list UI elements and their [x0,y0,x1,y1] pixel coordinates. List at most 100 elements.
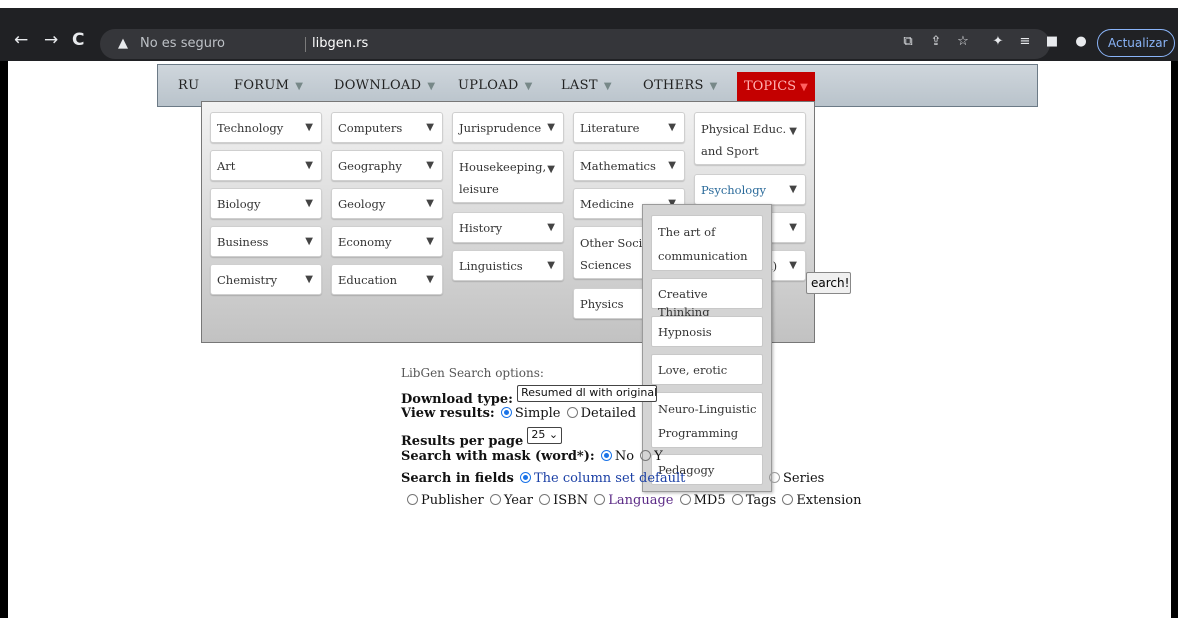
topic-literature[interactable]: Literature ▼ [573,112,685,143]
radio-md5[interactable] [679,494,691,505]
chevron-down-icon: ▼ [668,122,676,133]
radio-mask-yes[interactable] [640,450,652,461]
radio-isbn-label: ISBN [553,493,589,508]
topic-label: Biology [217,197,261,211]
radio-column-default[interactable] [519,472,531,483]
view-results-row: View results: Simple Detailed [401,406,636,421]
radio-simple[interactable] [500,407,512,418]
radio-isbn[interactable] [539,494,551,505]
topic-mathematics[interactable]: Mathematics ▼ [573,150,685,181]
security-status[interactable]: No es seguro [140,36,225,51]
reading-list-icon[interactable]: ≡ [1017,34,1033,50]
radio-year[interactable] [489,494,501,505]
radio-year-label: Year [503,493,533,508]
window-left-edge [0,61,8,618]
menu-upload[interactable]: UPLOAD ▼ [458,78,533,93]
submenu-label: Neuro-Linguistic [658,402,757,416]
extensions-icon[interactable]: ✦ [990,34,1006,50]
submenu-label: Hypnosis [658,325,712,339]
results-per-page-row: Results per page 25 ⌄ [401,427,563,449]
menu-others[interactable]: OTHERS ▼ [643,78,718,93]
topic-label-line2: and Sport [701,144,759,158]
topic-biology[interactable]: Biology ▼ [210,188,322,219]
topic-business[interactable]: Business ▼ [210,226,322,257]
topic-psychology[interactable]: Psychology ▼ [694,174,806,205]
radio-column-default-label: The column set default [533,471,686,486]
topic-geography[interactable]: Geography ▼ [331,150,443,181]
chevron-down-icon: ▼ [789,260,797,271]
omnibox-divider [305,37,306,52]
topic-linguistics[interactable]: Linguistics ▼ [452,250,564,281]
chevron-down-icon: ▼ [295,81,304,92]
topic-education[interactable]: Education ▼ [331,264,443,295]
radio-detailed-label: Detailed [580,406,637,421]
search-button[interactable]: earch! [806,272,851,294]
topic-housekeeping-leisure[interactable]: Housekeeping, leisure ▼ [452,150,564,203]
update-button[interactable]: Actualizar [1097,29,1175,57]
download-type-label: Download type: [401,392,513,407]
radio-mask-yes-label: Y [654,449,663,464]
reload-icon[interactable]: C [72,30,84,50]
submenu-art-of-communication[interactable]: The art of communication [651,215,763,271]
topic-history[interactable]: History ▼ [452,212,564,243]
radio-mask-no[interactable] [600,450,612,461]
topic-label: Computers [338,121,403,135]
download-type-select[interactable]: Resumed dl with original fi [517,385,658,402]
chevron-down-icon: ▼ [789,184,797,195]
topic-label: Mathematics [580,159,656,173]
radio-tags[interactable] [731,494,743,505]
chevron-down-icon: ▼ [305,236,313,247]
chevron-down-icon: ▼ [426,236,434,247]
back-icon[interactable]: ← [14,30,28,50]
topic-chemistry[interactable]: Chemistry ▼ [210,264,322,295]
radio-detailed[interactable] [566,407,578,418]
warning-icon: ▲ [118,36,128,51]
submenu-hypnosis[interactable]: Hypnosis [651,316,763,347]
menu-last[interactable]: LAST ▼ [561,78,612,93]
menu-download-label: DOWNLOAD [334,78,422,93]
radio-publisher[interactable] [407,494,418,505]
topic-label: Psychology [701,183,767,197]
chevron-down-icon: ▼ [426,160,434,171]
menu-topics[interactable]: TOPICS ▼ [737,72,815,102]
topic-label: Linguistics [459,259,523,273]
radio-publisher-label: Publisher [421,493,484,508]
submenu-love-erotic[interactable]: Love, erotic [651,354,763,385]
results-per-page-select[interactable]: 25 ⌄ [527,427,563,444]
menu-forum[interactable]: FORUM ▼ [234,78,303,93]
forward-icon[interactable]: → [44,30,58,50]
menu-ru[interactable]: RU [178,78,199,93]
topic-economy[interactable]: Economy ▼ [331,226,443,257]
chevron-down-icon: ▼ [789,126,797,137]
chevron-down-icon: ▼ [426,122,434,133]
chevron-down-icon: ▼ [668,160,676,171]
submenu-label: The art of [658,225,716,239]
submenu-neuro-linguistic-programming[interactable]: Neuro-Linguistic Programming [651,392,763,448]
search-mask-row: Search with mask (word*): No Y [401,449,663,464]
topic-technology[interactable]: Technology ▼ [210,112,322,143]
radio-simple-label: Simple [514,406,561,421]
menu-download[interactable]: DOWNLOAD ▼ [334,78,435,93]
chevron-down-icon: ▼ [305,160,313,171]
topic-computers[interactable]: Computers ▼ [331,112,443,143]
topic-label: Housekeeping, [459,160,547,174]
submenu-creative-thinking[interactable]: Creative Thinking [651,278,763,319]
radio-language[interactable] [594,494,606,505]
radio-extension[interactable] [782,494,794,505]
translate-icon[interactable]: ⧉ [900,34,916,50]
chevron-down-icon: ▼ [305,198,313,209]
radio-series[interactable] [769,472,780,483]
side-panel-icon[interactable]: ■ [1044,34,1060,50]
menu-last-label: LAST [561,78,598,93]
chevron-down-icon: ▼ [603,81,612,92]
share-icon[interactable]: ⇪ [928,34,944,50]
profile-avatar-icon[interactable]: ● [1073,34,1089,50]
topic-art[interactable]: Art ▼ [210,150,322,181]
topic-jurisprudence[interactable]: Jurisprudence ▼ [452,112,564,143]
chevron-down-icon: ▼ [547,222,555,233]
topic-geology[interactable]: Geology ▼ [331,188,443,219]
topic-physical-education[interactable]: Physical Educ. and Sport ▼ [694,112,806,165]
radio-md5-label: MD5 [693,493,726,508]
download-type-row: Download type: Resumed dl with original … [401,385,658,407]
bookmark-star-icon[interactable]: ☆ [955,34,971,50]
